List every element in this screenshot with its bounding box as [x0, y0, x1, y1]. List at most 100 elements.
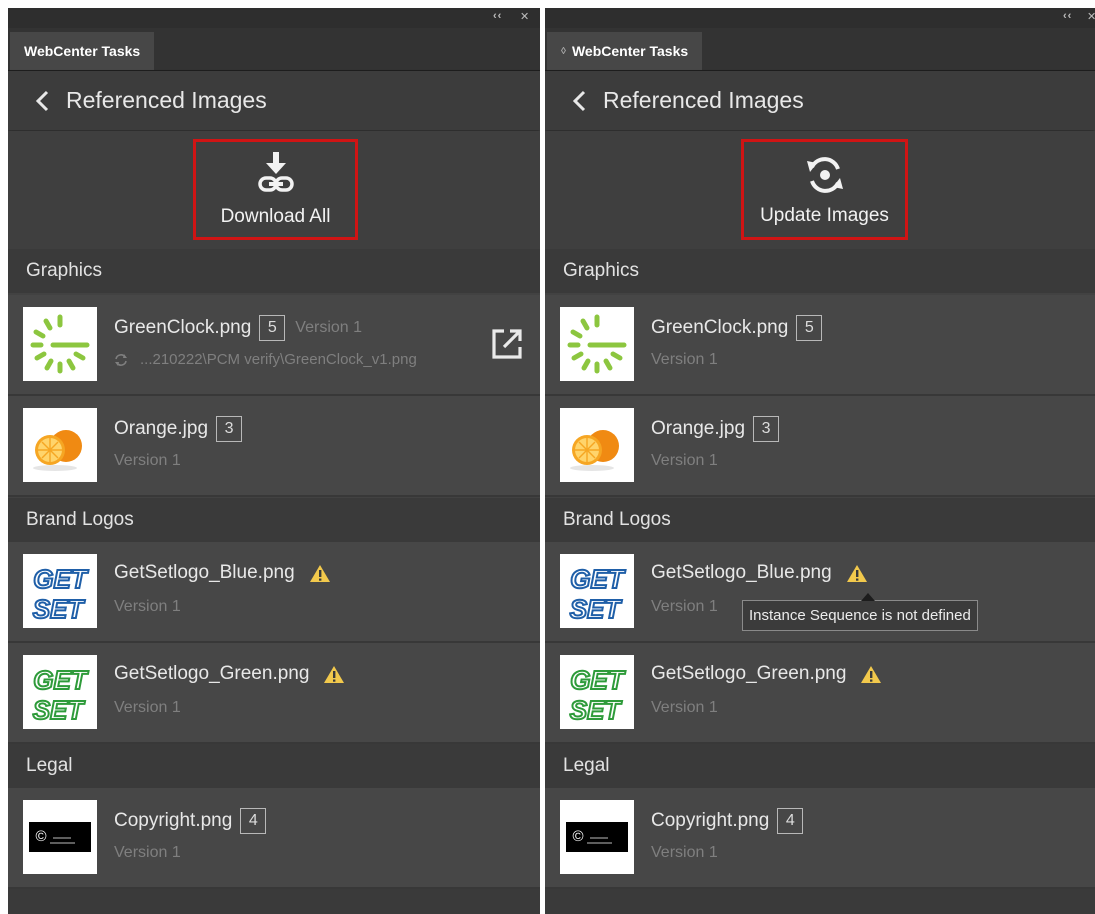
section-title: Graphics	[563, 260, 640, 281]
orange-thumbnail	[560, 408, 634, 482]
getset-blue-thumbnail: GET SET	[23, 554, 97, 628]
download-link-icon	[257, 151, 294, 192]
panel-footer	[8, 889, 540, 914]
file-name: GetSetlogo_Blue.png	[651, 562, 832, 583]
logo-text-top: GET	[570, 564, 626, 594]
file-name: Orange.jpg	[651, 418, 746, 439]
tab-grip-icon[interactable]: ◊	[561, 46, 566, 57]
copyright-thumbnail: ©	[23, 800, 97, 874]
section-graphics: Graphics	[545, 249, 1095, 293]
orange-thumbnail	[23, 408, 97, 482]
section-title: Graphics	[26, 260, 103, 281]
file-name: GreenClock.png	[114, 317, 252, 338]
file-name: Orange.jpg	[114, 418, 209, 439]
section-title: Brand Logos	[563, 509, 671, 530]
update-images-label: Update Images	[760, 204, 889, 226]
refresh-image-icon	[806, 156, 843, 193]
download-all-label: Download All	[220, 205, 331, 227]
file-name-row: GreenClock.png 5	[651, 315, 823, 341]
section-graphics: Graphics	[8, 249, 540, 293]
list-item-getset-green[interactable]: GET SET GetSetlogo_Green.png Version 1	[545, 643, 1095, 744]
usage-count-badge: 4	[240, 808, 267, 834]
close-panel-icon[interactable]: ✕	[520, 10, 530, 23]
page-title: Referenced Images	[66, 87, 267, 113]
warning-icon[interactable]	[860, 665, 882, 684]
list-item-copyright[interactable]: © Copyright.png 4 Version 1	[545, 788, 1095, 889]
list-item-greenclock[interactable]: GreenClock.png 5 Version 1	[545, 295, 1095, 396]
file-name: GreenClock.png	[651, 317, 789, 338]
list-item-orange[interactable]: Orange.jpg 3 Version 1	[545, 396, 1095, 497]
section-title: Legal	[26, 755, 73, 776]
tab-bar: ◊ WebCenter Tasks	[545, 28, 1095, 71]
file-path: ...210222\PCM verify\GreenClock_v1.png	[140, 351, 417, 368]
logo-text-top: GET	[33, 665, 89, 695]
tab-webcenter-tasks[interactable]: ◊ WebCenter Tasks	[547, 32, 703, 70]
file-path-row: ...210222\PCM verify\GreenClock_v1.png	[114, 351, 417, 368]
getset-blue-thumbnail: GET SET	[560, 554, 634, 628]
file-name: Copyright.png	[114, 810, 233, 831]
logo-text-bottom: SET	[33, 695, 86, 725]
file-name: GetSetlogo_Green.png	[651, 663, 847, 684]
version-label: Version 1	[651, 699, 718, 716]
version-label: Version 1	[114, 844, 181, 861]
list-item-copyright[interactable]: © Copyright.png 4 Version 1	[8, 788, 540, 889]
version-label: Version 1	[651, 844, 718, 861]
list-item-greenclock[interactable]: GreenClock.png 5 Version 1 ...210222\PCM…	[8, 295, 540, 396]
version-label: Version 1	[114, 699, 181, 716]
warning-icon[interactable]	[309, 564, 331, 583]
warning-icon[interactable]	[846, 564, 868, 583]
copyright-symbol: ©	[35, 828, 46, 845]
list-item-orange[interactable]: Orange.jpg 3 Version 1	[8, 396, 540, 497]
tab-label: WebCenter Tasks	[571, 43, 689, 59]
page-title: Referenced Images	[603, 87, 804, 113]
getset-green-thumbnail: GET SET	[560, 655, 634, 729]
action-bar: Update Images	[545, 131, 1095, 249]
page-header: Referenced Images	[545, 71, 1095, 130]
panel-top-strip: ‹‹ ✕	[8, 8, 540, 28]
collapse-panel-icon[interactable]: ‹‹	[493, 10, 502, 22]
usage-count-badge: 5	[259, 315, 286, 341]
usage-count-badge: 3	[216, 416, 243, 442]
tab-webcenter-tasks[interactable]: WebCenter Tasks	[10, 32, 155, 70]
file-name-row: Copyright.png 4	[114, 808, 267, 834]
list-item-getset-blue[interactable]: GET SET GetSetlogo_Blue.png Version 1	[8, 542, 540, 643]
version-label: Version 1	[651, 452, 718, 469]
greenclock-thumbnail	[560, 307, 634, 381]
file-name-row: Orange.jpg 3	[114, 416, 243, 442]
right-panel: ‹‹ ✕ ◊ WebCenter Tasks Referenced Images…	[545, 8, 1095, 914]
file-name: GetSetlogo_Blue.png	[114, 562, 295, 583]
tab-bar: WebCenter Tasks	[8, 28, 540, 71]
file-name-row: GreenClock.png 5 Version 1	[114, 315, 362, 341]
version-label: Version 1	[114, 452, 181, 469]
list-item-getset-green[interactable]: GET SET GetSetlogo_Green.png Version 1	[8, 643, 540, 744]
file-name-row: GetSetlogo_Blue.png	[114, 562, 331, 584]
file-name-row: Orange.jpg 3	[651, 416, 780, 442]
usage-count-badge: 5	[796, 315, 823, 341]
version-label: Version 1	[295, 319, 363, 336]
section-title: Brand Logos	[26, 509, 134, 530]
panel-footer	[545, 889, 1095, 914]
logo-text-bottom: SET	[570, 695, 623, 725]
greenclock-thumbnail	[23, 307, 97, 381]
action-bar: Download All	[8, 131, 540, 249]
close-panel-icon[interactable]: ✕	[1087, 10, 1095, 23]
section-brand-logos: Brand Logos	[8, 498, 540, 542]
back-chevron-icon[interactable]	[565, 86, 595, 116]
version-label: Version 1	[114, 598, 181, 615]
file-name: GetSetlogo_Green.png	[114, 663, 310, 684]
section-brand-logos: Brand Logos	[545, 498, 1095, 542]
copyright-thumbnail: ©	[560, 800, 634, 874]
download-all-button[interactable]: Download All	[193, 139, 358, 240]
usage-count-badge: 4	[777, 808, 804, 834]
warning-icon[interactable]	[323, 665, 345, 684]
version-label: Version 1	[651, 598, 718, 615]
back-chevron-icon[interactable]	[28, 86, 58, 116]
update-images-button[interactable]: Update Images	[741, 139, 908, 240]
getset-green-thumbnail: GET SET	[23, 655, 97, 729]
file-name-row: GetSetlogo_Green.png	[651, 663, 882, 685]
collapse-panel-icon[interactable]: ‹‹	[1063, 10, 1072, 22]
version-label: Version 1	[651, 351, 718, 368]
left-panel: ‹‹ ✕ WebCenter Tasks Referenced Images D…	[8, 8, 540, 914]
open-external-icon[interactable]	[490, 327, 524, 361]
page-header: Referenced Images	[8, 71, 540, 130]
